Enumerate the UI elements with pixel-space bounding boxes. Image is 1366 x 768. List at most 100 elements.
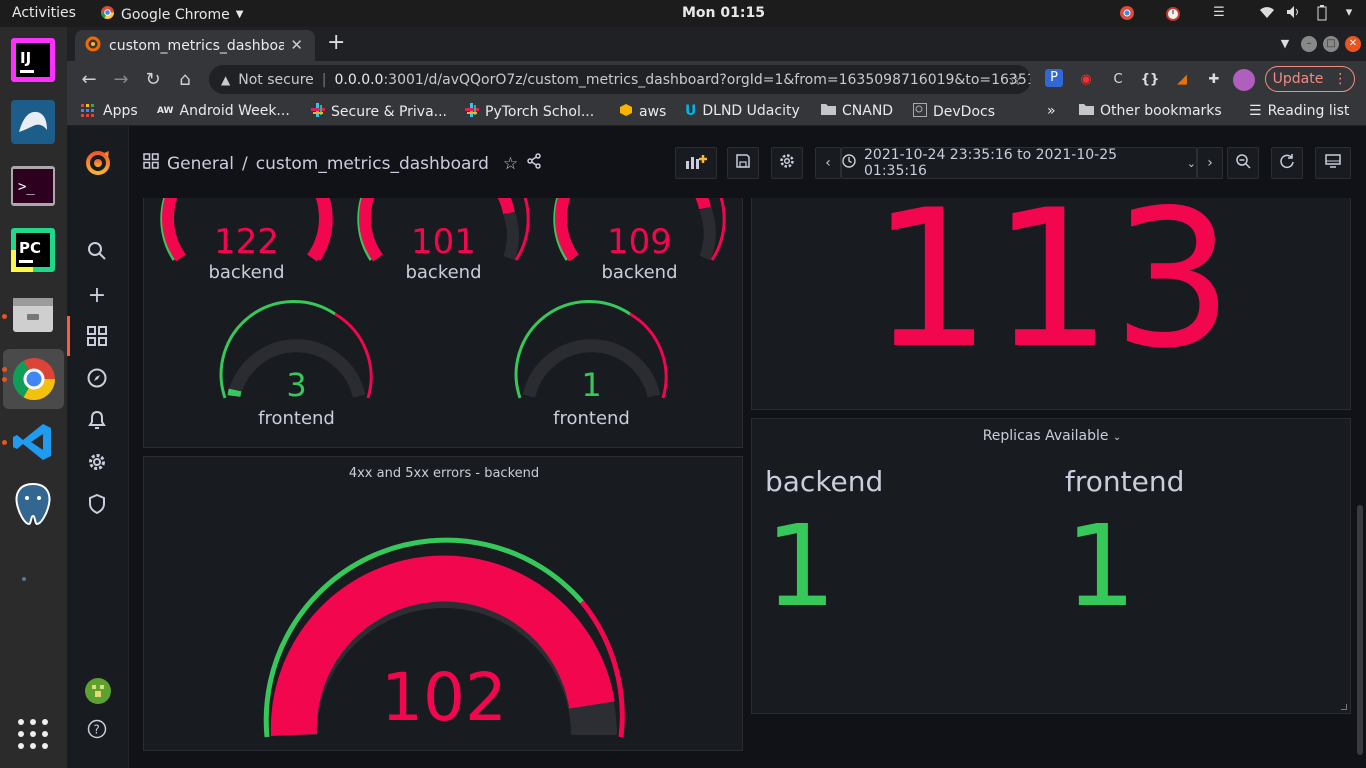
bookmark-apps[interactable]: Apps xyxy=(81,103,138,119)
svg-text:?: ? xyxy=(94,723,100,737)
time-picker-button[interactable]: 2021-10-24 23:35:16 to 2021-10-25 01:35:… xyxy=(841,147,1197,179)
reading-list[interactable]: ☰ Reading list xyxy=(1249,103,1349,119)
address-bar[interactable]: ▲ Not secure | 0.0.0.0:3001/d/avQQorO7z/… xyxy=(209,65,1031,94)
svg-text:>_: >_ xyxy=(18,179,35,195)
minimize-window-button[interactable]: – xyxy=(1301,36,1317,52)
chrome-tray-icon[interactable] xyxy=(1118,5,1136,21)
vscode-icon[interactable] xyxy=(8,417,58,467)
help-icon[interactable]: ? xyxy=(85,719,109,743)
alarm-clock-icon[interactable] xyxy=(1164,5,1182,21)
battery-icon[interactable] xyxy=(1313,5,1331,21)
panel-title-label: Replicas Available xyxy=(982,428,1109,444)
pgadmin-icon[interactable] xyxy=(8,479,58,529)
tab-search-icon[interactable]: ▼ xyxy=(1277,36,1293,52)
close-window-button[interactable]: ✕ xyxy=(1345,36,1361,52)
other-bookmarks[interactable]: Other bookmarks xyxy=(1079,103,1222,119)
stat-panel[interactable]: 113 xyxy=(751,198,1351,410)
breadcrumb-folder[interactable]: General xyxy=(167,154,234,174)
clock[interactable]: Mon 01:15 xyxy=(682,5,765,21)
opera-extension-icon[interactable]: ◉ xyxy=(1075,69,1097,91)
intellij-idea-icon[interactable]: IJ xyxy=(8,35,58,85)
user-avatar[interactable] xyxy=(85,678,111,704)
bookmark-android-weekly[interactable]: AW Android Week... xyxy=(157,103,290,119)
bookmark-star-icon[interactable]: ☆ xyxy=(1003,68,1027,92)
zoom-out-icon xyxy=(1235,153,1251,173)
configuration-gear-icon[interactable] xyxy=(85,452,109,476)
cycle-view-mode-button[interactable] xyxy=(1315,147,1351,179)
wifi-icon[interactable] xyxy=(1258,5,1276,21)
bookmark-secure-privacy[interactable]: Secure & Priva... xyxy=(311,103,447,121)
forward-arrow-icon[interactable]: → xyxy=(109,68,133,92)
pycharm-icon[interactable]: PC xyxy=(8,225,58,275)
server-admin-shield-icon[interactable] xyxy=(85,493,109,518)
browser-tab[interactable]: custom_metrics_dashboa ✕ xyxy=(75,30,315,61)
dashboard-title[interactable]: custom_metrics_dashboard xyxy=(256,154,489,174)
bookmark-devdocs[interactable]: DevDocs xyxy=(913,103,995,121)
refresh-button[interactable] xyxy=(1271,147,1303,179)
url-path: :3001/d/avQQorO7z/custom_metrics_dashboa… xyxy=(383,71,1031,88)
add-panel-button[interactable] xyxy=(675,147,717,179)
dashboards-grid-icon[interactable] xyxy=(85,326,109,350)
bookmark-cnand[interactable]: CNAND xyxy=(821,103,893,119)
os-top-bar: Activities Google Chrome ▼ Mon 01:15 ☰ ▾ xyxy=(0,0,1366,27)
maximize-window-button[interactable]: □ xyxy=(1323,36,1339,52)
profile-avatar[interactable] xyxy=(1233,69,1255,91)
gauge-value-backend-3: 109 xyxy=(607,222,672,262)
bookmark-aws[interactable]: aws xyxy=(619,103,666,121)
close-tab-icon[interactable]: ✕ xyxy=(290,36,303,54)
alerting-bell-icon[interactable] xyxy=(85,410,109,434)
app-menu[interactable]: Google Chrome ▼ xyxy=(100,5,243,24)
dashboard-settings-button[interactable] xyxy=(771,147,803,179)
page-scrollbar[interactable] xyxy=(1357,505,1363,755)
update-button[interactable]: Update ⋮ xyxy=(1265,66,1355,92)
explore-compass-icon[interactable] xyxy=(85,368,109,392)
gauge-arc-frontend-1-fill xyxy=(227,388,242,397)
time-shift-back-button[interactable]: ‹ xyxy=(815,147,841,179)
star-icon[interactable]: ☆ xyxy=(503,154,518,174)
errors-gauge-panel[interactable]: 4xx and 5xx errors - backend 102 xyxy=(143,456,743,751)
gauge-arc-backend-1-fill xyxy=(162,198,186,262)
menu-tray-icon[interactable]: ☰ xyxy=(1210,5,1228,21)
time-shift-forward-button[interactable]: › xyxy=(1197,147,1223,179)
mysql-workbench-icon[interactable] xyxy=(8,97,58,147)
security-label[interactable]: Not secure xyxy=(238,72,314,88)
udacity-icon: U xyxy=(685,103,697,119)
megaphone-extension-icon[interactable]: ◢ xyxy=(1171,69,1193,91)
zoom-out-button[interactable] xyxy=(1227,147,1259,179)
replicas-panel-title[interactable]: Replicas Available ⌄ xyxy=(752,428,1352,444)
json-extension-icon[interactable]: {} xyxy=(1139,69,1161,91)
bookmark-pytorch-scholarship[interactable]: PyTorch Schol... xyxy=(465,103,594,121)
panel-title[interactable]: 4xx and 5xx errors - backend xyxy=(144,466,744,481)
replicas-panel[interactable]: Replicas Available ⌄ backend 1 frontend … xyxy=(751,418,1351,714)
back-arrow-icon[interactable]: ← xyxy=(77,68,101,92)
bookmark-dlnd-udacity[interactable]: U DLND Udacity xyxy=(685,103,800,119)
warning-icon[interactable]: ▲ xyxy=(221,73,230,87)
share-icon[interactable] xyxy=(526,153,542,174)
show-applications-icon[interactable] xyxy=(8,709,58,759)
c-extension-icon[interactable]: C xyxy=(1107,69,1129,91)
url-host: 0.0.0.0 xyxy=(334,71,384,88)
terminal-icon[interactable]: >_ xyxy=(8,161,58,211)
gauges-panel[interactable]: 122 backend 101 backend 109 backend 3 fr… xyxy=(143,198,743,448)
new-tab-button[interactable]: + xyxy=(327,32,345,54)
more-bookmarks-chevron-icon[interactable]: » xyxy=(1047,103,1056,119)
power-menu-icon[interactable]: ▾ xyxy=(1340,5,1358,21)
grafana-favicon-icon xyxy=(85,36,101,56)
resize-handle[interactable] xyxy=(1341,704,1347,710)
files-icon[interactable] xyxy=(8,289,58,339)
save-dashboard-button[interactable] xyxy=(727,147,759,179)
pocket-extension-icon[interactable]: P xyxy=(1045,69,1063,87)
devdocs-icon xyxy=(913,103,927,121)
home-icon[interactable]: ⌂ xyxy=(173,68,197,92)
grafana-sidebar: + ? xyxy=(67,126,129,768)
create-plus-icon[interactable]: + xyxy=(85,284,109,308)
google-chrome-dock-icon[interactable] xyxy=(3,349,64,409)
grafana-logo-icon[interactable] xyxy=(84,148,112,176)
puzzle-extensions-icon[interactable]: ✚ xyxy=(1203,69,1225,91)
reload-icon[interactable]: ↻ xyxy=(141,68,165,92)
stat-value: 113 xyxy=(870,198,1234,390)
volume-icon[interactable] xyxy=(1285,5,1303,21)
search-icon[interactable] xyxy=(85,241,109,265)
clock-icon xyxy=(842,154,856,172)
activities-button[interactable]: Activities xyxy=(12,5,76,21)
